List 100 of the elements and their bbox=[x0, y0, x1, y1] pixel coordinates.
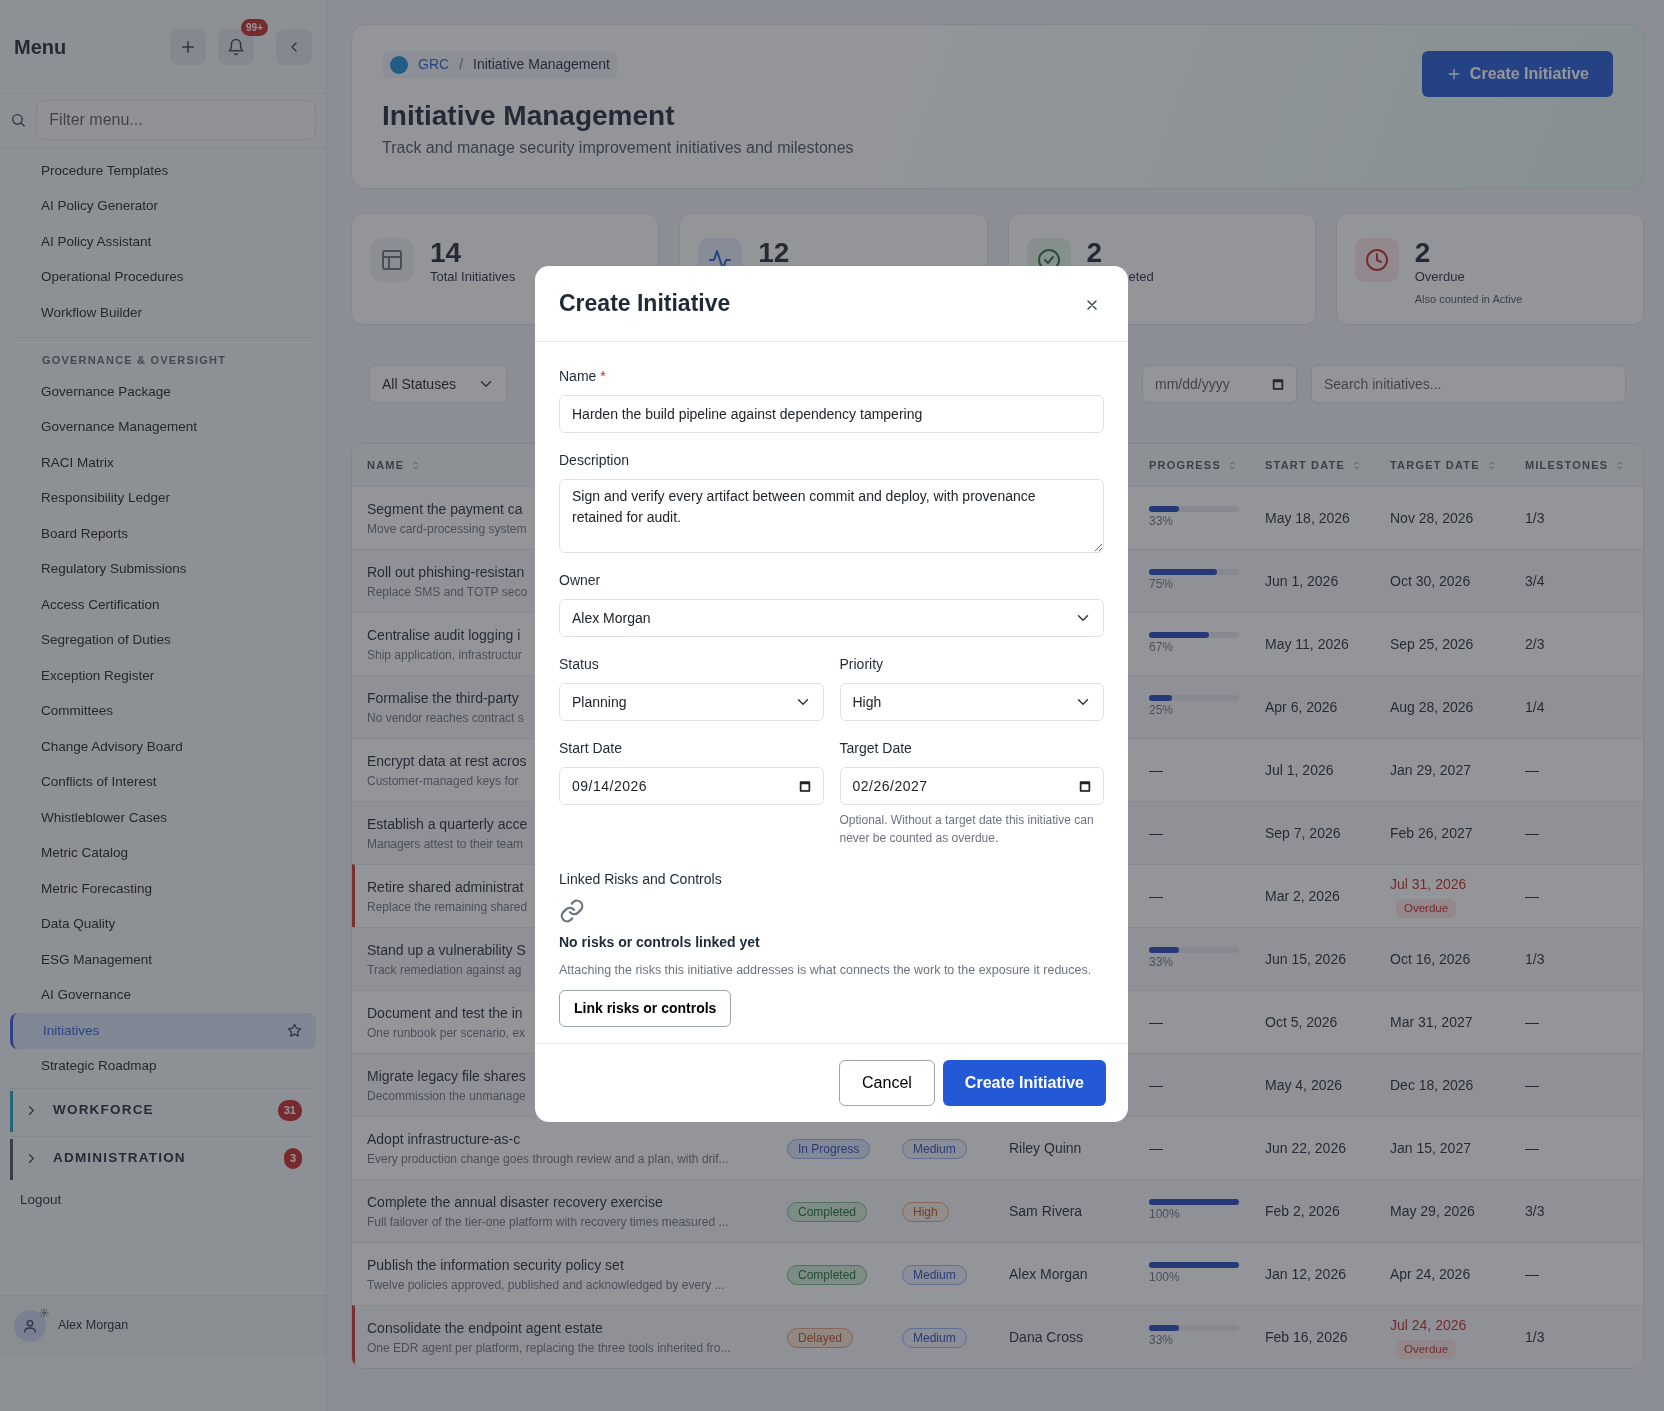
initiative-name: Document and test the in bbox=[367, 1003, 523, 1023]
owner-name: Sam Rivera bbox=[1009, 1203, 1083, 1219]
sidebar-title: Menu bbox=[14, 34, 67, 60]
initiative-description: Replace SMS and TOTP seco bbox=[367, 583, 528, 601]
milestones: 3/4 bbox=[1525, 571, 1546, 591]
initiative-description: Twelve policies approved, published and acknowledged by every ... bbox=[367, 1276, 725, 1294]
section-heading: GOVERNANCE & OVERSIGHT bbox=[12, 336, 314, 374]
page-subtitle: Track and manage security improvement initiatives and milestones bbox=[382, 138, 854, 159]
target-date: Jan 15, 2027 bbox=[1390, 1138, 1472, 1158]
target-date: Apr 24, 2026 bbox=[1390, 1264, 1472, 1284]
initiative-description: No vendor reaches contract s bbox=[367, 709, 524, 727]
milestones: — bbox=[1525, 886, 1540, 906]
milestones: 3/3 bbox=[1525, 1201, 1546, 1221]
start-date: May 4, 2026 bbox=[1265, 1075, 1344, 1095]
milestones: — bbox=[1525, 1264, 1540, 1284]
owner-name: Alex Morgan bbox=[1009, 1266, 1088, 1282]
initiative-description: Full failover of the tier-one platform with recovery times measured ... bbox=[367, 1213, 729, 1231]
field-label: Start Date bbox=[559, 739, 624, 758]
progress-percent: 33% bbox=[1149, 954, 1175, 971]
initiative-name: Migrate legacy file shares bbox=[367, 1066, 526, 1086]
target-date: Nov 28, 2026 bbox=[1390, 508, 1475, 528]
field-label: Owner bbox=[559, 571, 602, 590]
breadcrumb-current: Initiative Management bbox=[473, 55, 610, 74]
progress-percent: 100% bbox=[1149, 1269, 1181, 1286]
group-label: WORKFORCE bbox=[53, 1101, 154, 1120]
priority-badge: Medium bbox=[902, 1328, 967, 1348]
stat-note: Also counted in Active bbox=[1414, 291, 1523, 307]
field-label: Linked Risks and Controls bbox=[559, 870, 723, 889]
initiative-description: Ship application, infrastructur bbox=[367, 646, 522, 664]
help-text: Optional. Without a target date this initiative can never be counted as overdue. bbox=[839, 812, 1095, 847]
milestones: 1/3 bbox=[1525, 1327, 1546, 1347]
status-badge: Completed bbox=[787, 1265, 868, 1285]
empty-state-title: No risks or controls linked yet bbox=[559, 933, 761, 952]
priority-badge: High bbox=[902, 1202, 949, 1222]
start-date: Apr 6, 2026 bbox=[1265, 697, 1339, 717]
target-date: Aug 28, 2026 bbox=[1390, 697, 1475, 717]
initiative-description: Decommission the unmanage bbox=[367, 1087, 526, 1105]
stat-value: 14 bbox=[430, 238, 463, 268]
stat-value: 12 bbox=[758, 238, 790, 268]
initiative-name: Adopt infrastructure-as-c bbox=[367, 1129, 521, 1149]
initiative-description: One EDR agent per platform, replacing the three tools inherited fro... bbox=[367, 1339, 731, 1357]
dialog-title: Create Initiative bbox=[559, 289, 731, 318]
stat-label: Overdue bbox=[1414, 268, 1466, 287]
progress-percent: 75% bbox=[1149, 576, 1175, 593]
initiative-description: Customer-managed keys for bbox=[367, 772, 519, 790]
progress-empty: — bbox=[1149, 1140, 1163, 1156]
target-date: Oct 16, 2026 bbox=[1390, 949, 1472, 969]
notification-badge: 99+ bbox=[241, 18, 268, 36]
progress-percent: 33% bbox=[1149, 1332, 1175, 1349]
milestones: 2/3 bbox=[1525, 634, 1546, 654]
milestones: — bbox=[1525, 760, 1540, 780]
start-date: Jun 1, 2026 bbox=[1265, 571, 1340, 591]
initiative-name: Complete the annual disaster recovery exercise bbox=[367, 1192, 663, 1212]
milestones: 1/3 bbox=[1525, 508, 1546, 528]
progress-percent: 100% bbox=[1149, 1206, 1181, 1223]
initiative-name: Formalise the third-party bbox=[367, 688, 519, 708]
target-date: Oct 30, 2026 bbox=[1390, 571, 1472, 591]
target-date: Jul 31, 2026 bbox=[1390, 874, 1468, 894]
target-date: Jan 29, 2027 bbox=[1390, 760, 1472, 780]
progress-empty: — bbox=[1149, 1077, 1163, 1093]
initiative-name: Stand up a vulnerability S bbox=[367, 940, 526, 960]
breadcrumb-separator: / bbox=[459, 55, 463, 74]
milestones: — bbox=[1525, 1138, 1540, 1158]
target-date: Mar 31, 2027 bbox=[1390, 1012, 1474, 1032]
user-name: Alex Morgan bbox=[58, 1317, 129, 1335]
overdue-badge: Overdue bbox=[1396, 1339, 1457, 1359]
progress-empty: — bbox=[1149, 1014, 1163, 1030]
field-label: Target Date bbox=[839, 739, 913, 758]
initiative-name: Encrypt data at rest acros bbox=[367, 751, 527, 771]
status-badge: In Progress bbox=[787, 1139, 871, 1159]
field-label: Status bbox=[559, 655, 600, 674]
field-label: Name * bbox=[559, 367, 607, 386]
stat-value: 2 bbox=[1414, 238, 1432, 268]
start-date: Sep 7, 2026 bbox=[1265, 823, 1342, 843]
start-date: Jul 1, 2026 bbox=[1265, 760, 1335, 780]
initiative-description: Replace the remaining shared bbox=[367, 898, 528, 916]
start-date: Mar 2, 2026 bbox=[1265, 886, 1341, 906]
overdue-badge: Overdue bbox=[1396, 898, 1457, 918]
priority-badge: Medium bbox=[902, 1265, 967, 1285]
status-badge: Delayed bbox=[787, 1328, 854, 1348]
initiative-description: Every production change goes through review and a plan, with drif... bbox=[367, 1150, 729, 1168]
progress-empty: — bbox=[1149, 825, 1163, 841]
progress-percent: 67% bbox=[1149, 639, 1175, 656]
initiative-description: Move card-processing system bbox=[367, 520, 527, 538]
start-date: Jun 15, 2026 bbox=[1265, 949, 1347, 969]
milestones: — bbox=[1525, 1075, 1540, 1095]
target-date: Dec 18, 2026 bbox=[1390, 1075, 1475, 1095]
start-date: May 18, 2026 bbox=[1265, 508, 1351, 528]
group-label: ADMINISTRATION bbox=[53, 1149, 186, 1168]
initiative-name: Retire shared administrat bbox=[367, 877, 524, 897]
milestones: 1/3 bbox=[1525, 949, 1546, 969]
initiative-name: Consolidate the endpoint agent estate bbox=[367, 1318, 603, 1338]
progress-empty: — bbox=[1149, 762, 1163, 778]
initiative-description: Managers attest to their team bbox=[367, 835, 524, 853]
owner-name: Riley Quinn bbox=[1009, 1140, 1082, 1156]
initiative-name: Establish a quarterly acce bbox=[367, 814, 528, 834]
count-badge: 31 bbox=[277, 1100, 302, 1121]
field-label: Description bbox=[559, 451, 631, 470]
progress-percent: 25% bbox=[1149, 702, 1175, 719]
stat-label: eted bbox=[1127, 268, 1154, 287]
